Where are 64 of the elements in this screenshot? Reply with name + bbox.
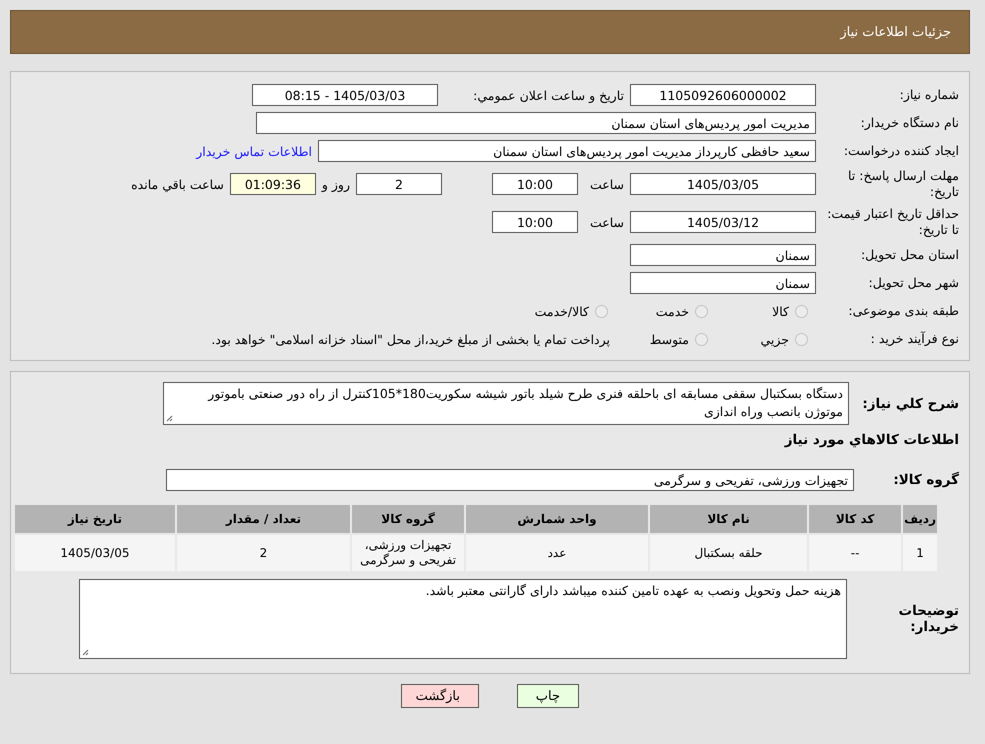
field-label: ساعت	[588, 176, 624, 192]
column-header: تعداد / مقدار	[176, 504, 352, 534]
field-label: حداقل تاریخ اعتبار قیمت: تا تاریخ:	[826, 206, 959, 238]
radio-label: کالا/خدمت	[534, 304, 589, 318]
section-title: اطلاعات کالاهاي مورد نياز	[784, 432, 959, 448]
field-label: استان محل تحویل:	[860, 247, 959, 263]
radio-button[interactable]	[795, 332, 808, 346]
page-header: جزئیات اطلاعات نیاز	[10, 10, 970, 54]
table-cell: 2	[176, 534, 352, 572]
field-label: گروه کالا:	[892, 472, 959, 488]
radio-button[interactable]	[795, 304, 808, 318]
requester-field: سعید حافظی کارپرداز مدیریت امور پردیس‌های استان سمنان	[318, 140, 816, 162]
buyer-field: مدیریت امور پردیس‌های استان سمنان	[256, 112, 816, 134]
field-label: ایجاد کننده درخواست:	[842, 143, 959, 159]
remaining-time-field: 01:09:36	[230, 173, 316, 195]
city-field: سمنان	[630, 272, 816, 294]
process-note: پرداخت تمام یا بخشی از مبلغ خرید،از محل "اسناد خزانه اسلامی" خواهد بود.	[211, 332, 610, 346]
back-button[interactable]: بازگشت	[401, 684, 479, 708]
radio-button[interactable]	[695, 332, 708, 346]
field-label: شرح کلي نياز:	[861, 396, 959, 412]
field-label: طبقه بندی موضوعی:	[847, 303, 959, 319]
goods-group-field: تجهیزات ورزشی، تفریحی و سرگرمی	[166, 469, 854, 491]
resize-grip-icon	[166, 415, 173, 422]
radio-label: کالا	[772, 304, 789, 318]
field-label: ساعت	[588, 214, 624, 230]
table-cell: 1405/03/05	[14, 534, 176, 572]
field-label: توضیحات خریدار:	[898, 603, 959, 635]
table-cell: تجهیزات ورزشی، تفریحی و سرگرمی	[351, 534, 466, 572]
field-label: تاریخ و ساعت اعلان عمومي:	[472, 88, 624, 102]
announce-date-field: 1405/03/03 - 08:15	[252, 84, 438, 106]
field-label: نام دستگاه خريدار:	[860, 115, 959, 131]
column-header: واحد شمارش	[465, 504, 649, 534]
field-label: نوع فرآیند خرید :	[870, 331, 959, 347]
need-number-field: 1105092606000002	[630, 84, 816, 106]
print-button[interactable]: چاپ	[517, 684, 579, 708]
table-cell: حلقه بسکتبال	[648, 534, 808, 572]
radio-label: متوسط	[650, 332, 689, 346]
validity-date-field: 1405/03/12	[630, 211, 816, 233]
radio-label: جزيي	[760, 332, 789, 346]
province-field: سمنان	[630, 244, 816, 266]
notes-textarea[interactable]: هزینه حمل وتحویل ونصب به عهده تامین کننده میباشد دارای گارانتی معتبر باشد.	[79, 579, 847, 659]
column-header: تاریخ نیاز	[14, 504, 176, 534]
radio-button[interactable]	[595, 304, 608, 318]
field-label: روز و	[322, 176, 350, 192]
description-textarea[interactable]: دستگاه بسکتبال سقفی مسابقه ای باحلقه فنری طرح شیلد باتور شیشه سکوریت180*105کنترل از راه دور صنعتی باموتور موتوژن بانصب وراه اندازی	[163, 382, 849, 425]
column-header: نام کالا	[648, 504, 808, 534]
table-cell: --	[808, 534, 902, 572]
column-header: ردیف	[902, 504, 938, 534]
contact-link[interactable]: اطلاعات تماس خریدار	[196, 144, 312, 158]
column-header: گروه کالا	[351, 504, 466, 534]
table-cell: عدد	[465, 534, 649, 572]
field-label: ساعت باقي مانده	[131, 176, 224, 192]
column-header: کد کالا	[808, 504, 902, 534]
deadline-date-field: 1405/03/05	[630, 173, 816, 195]
resize-grip-icon	[82, 649, 89, 656]
field-label: مهلت ارسال پاسخ: تا تاریخ:	[847, 168, 959, 200]
field-label: شماره نیاز:	[898, 87, 959, 103]
field-label: شهر محل تحویل:	[868, 275, 959, 291]
radio-label: خدمت	[656, 304, 689, 318]
deadline-time-field: 10:00	[492, 173, 578, 195]
table-cell: 1	[902, 534, 938, 572]
radio-button[interactable]	[695, 304, 708, 318]
days-field: 2	[356, 173, 442, 195]
validity-time-field: 10:00	[492, 211, 578, 233]
